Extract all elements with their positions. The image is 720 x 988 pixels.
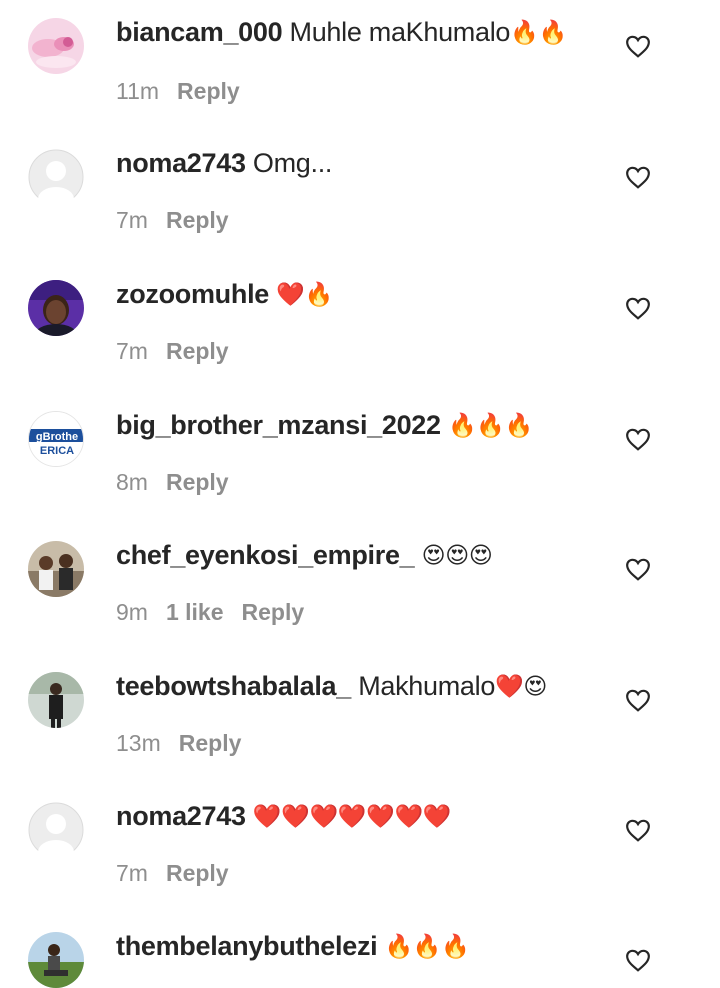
heart-outline-icon[interactable] [625,948,651,972]
comment-item: chef_eyenkosi_empire_ 😍😍😍 9m 1 like Reply [0,523,720,653]
comment-timestamp: 13m [116,730,161,756]
comment-meta: 8m Reply [116,469,247,496]
comment-emojis: ❤️❤️❤️❤️❤️❤️❤️ [252,804,452,830]
avatar[interactable] [28,932,84,988]
comment-emojis: ❤️🔥 [276,282,333,308]
heart-outline-icon[interactable] [625,296,651,320]
avatar[interactable] [28,672,84,728]
comment-timestamp: 11m [116,78,160,104]
comment-item: biancam_000 Muhle maKhumalo🔥🔥 11m Reply [0,0,720,130]
comment-timestamp: 7m [116,207,148,233]
comment-meta: 7m Reply [116,338,247,365]
comment-text-line: noma2743 ❤️❤️❤️❤️❤️❤️❤️ [116,798,452,835]
comment-item: noma2743 Omg... 7m Reply [0,131,720,261]
reply-button[interactable]: Reply [166,469,229,495]
comment-timestamp: 9m [116,599,148,625]
comment-text-line: thembelanybuthelezi 🔥🔥🔥 [116,928,470,965]
reply-button[interactable]: Reply [179,730,242,756]
comment-emojis: 🔥🔥🔥 [447,413,533,439]
comment-username[interactable]: chef_eyenkosi_empire_ [116,540,415,570]
avatar[interactable] [28,149,84,205]
comment-emojis: 😍😍😍 [421,543,493,569]
comment-emojis: 🔥🔥 [510,20,567,46]
comment-meta: 13m Reply [116,730,259,757]
reply-button[interactable]: Reply [242,599,305,625]
comment-username[interactable]: teebowtshabalala_ [116,671,351,701]
heart-outline-icon[interactable] [625,557,651,581]
comment-item: noma2743 ❤️❤️❤️❤️❤️❤️❤️ 7m Reply [0,784,720,914]
comment-username[interactable]: noma2743 [116,801,246,831]
comment-text: Muhle maKhumalo [289,17,511,47]
avatar[interactable] [28,802,84,858]
comment-username[interactable]: zozoomuhle [116,279,269,309]
comment-text: Makhumalo [358,671,496,701]
avatar[interactable]: gBrothe ERICA [28,411,84,467]
avatar[interactable] [28,541,84,597]
comment-meta: 7m Reply [116,860,247,887]
comment-emojis: 🔥🔥🔥 [384,934,470,960]
comment-emojis: ❤️😍 [495,674,548,700]
comment-text: Omg... [252,148,333,178]
comment-text-line: biancam_000 Muhle maKhumalo🔥🔥 [116,14,567,51]
comment-text-line: noma2743 Omg... [116,145,332,182]
avatar-logo-text: gBrothe [36,431,78,443]
comment-meta: 9m 1 like Reply [116,599,322,626]
reply-button[interactable]: Reply [166,207,229,233]
comment-item: zozoomuhle ❤️🔥 7m Reply [0,262,720,392]
heart-outline-icon[interactable] [625,818,651,842]
reply-button[interactable]: Reply [166,860,229,886]
heart-outline-icon[interactable] [625,165,651,189]
heart-outline-icon[interactable] [625,688,651,712]
reply-button[interactable]: Reply [166,338,229,364]
comment-item: thembelanybuthelezi 🔥🔥🔥 [0,914,720,988]
avatar[interactable] [28,18,84,74]
comment-item: teebowtshabalala_ Makhumalo❤️😍 13m Reply [0,654,720,784]
comment-username[interactable]: big_brother_mzansi_2022 [116,410,441,440]
comment-username[interactable]: noma2743 [116,148,246,178]
avatar[interactable] [28,280,84,336]
reply-button[interactable]: Reply [177,78,240,104]
comment-item: gBrothe ERICA big_brother_mzansi_2022 🔥🔥… [0,393,720,523]
comment-text-line: chef_eyenkosi_empire_ 😍😍😍 [116,537,493,574]
comment-text-line: teebowtshabalala_ Makhumalo❤️😍 [116,668,547,705]
comment-username[interactable]: biancam_000 [116,17,283,47]
comment-timestamp: 7m [116,860,148,886]
comment-text-line: big_brother_mzansi_2022 🔥🔥🔥 [116,407,533,444]
comment-text-line: zozoomuhle ❤️🔥 [116,276,333,313]
heart-outline-icon[interactable] [625,34,651,58]
comment-meta: 11m Reply [116,78,258,105]
comment-timestamp: 8m [116,469,148,495]
heart-outline-icon[interactable] [625,427,651,451]
comment-timestamp: 7m [116,338,148,364]
comment-username[interactable]: thembelanybuthelezi [116,931,378,961]
likes-count-button[interactable]: 1 like [166,599,224,625]
comment-meta: 7m Reply [116,207,247,234]
avatar-logo-text: ERICA [40,445,74,457]
